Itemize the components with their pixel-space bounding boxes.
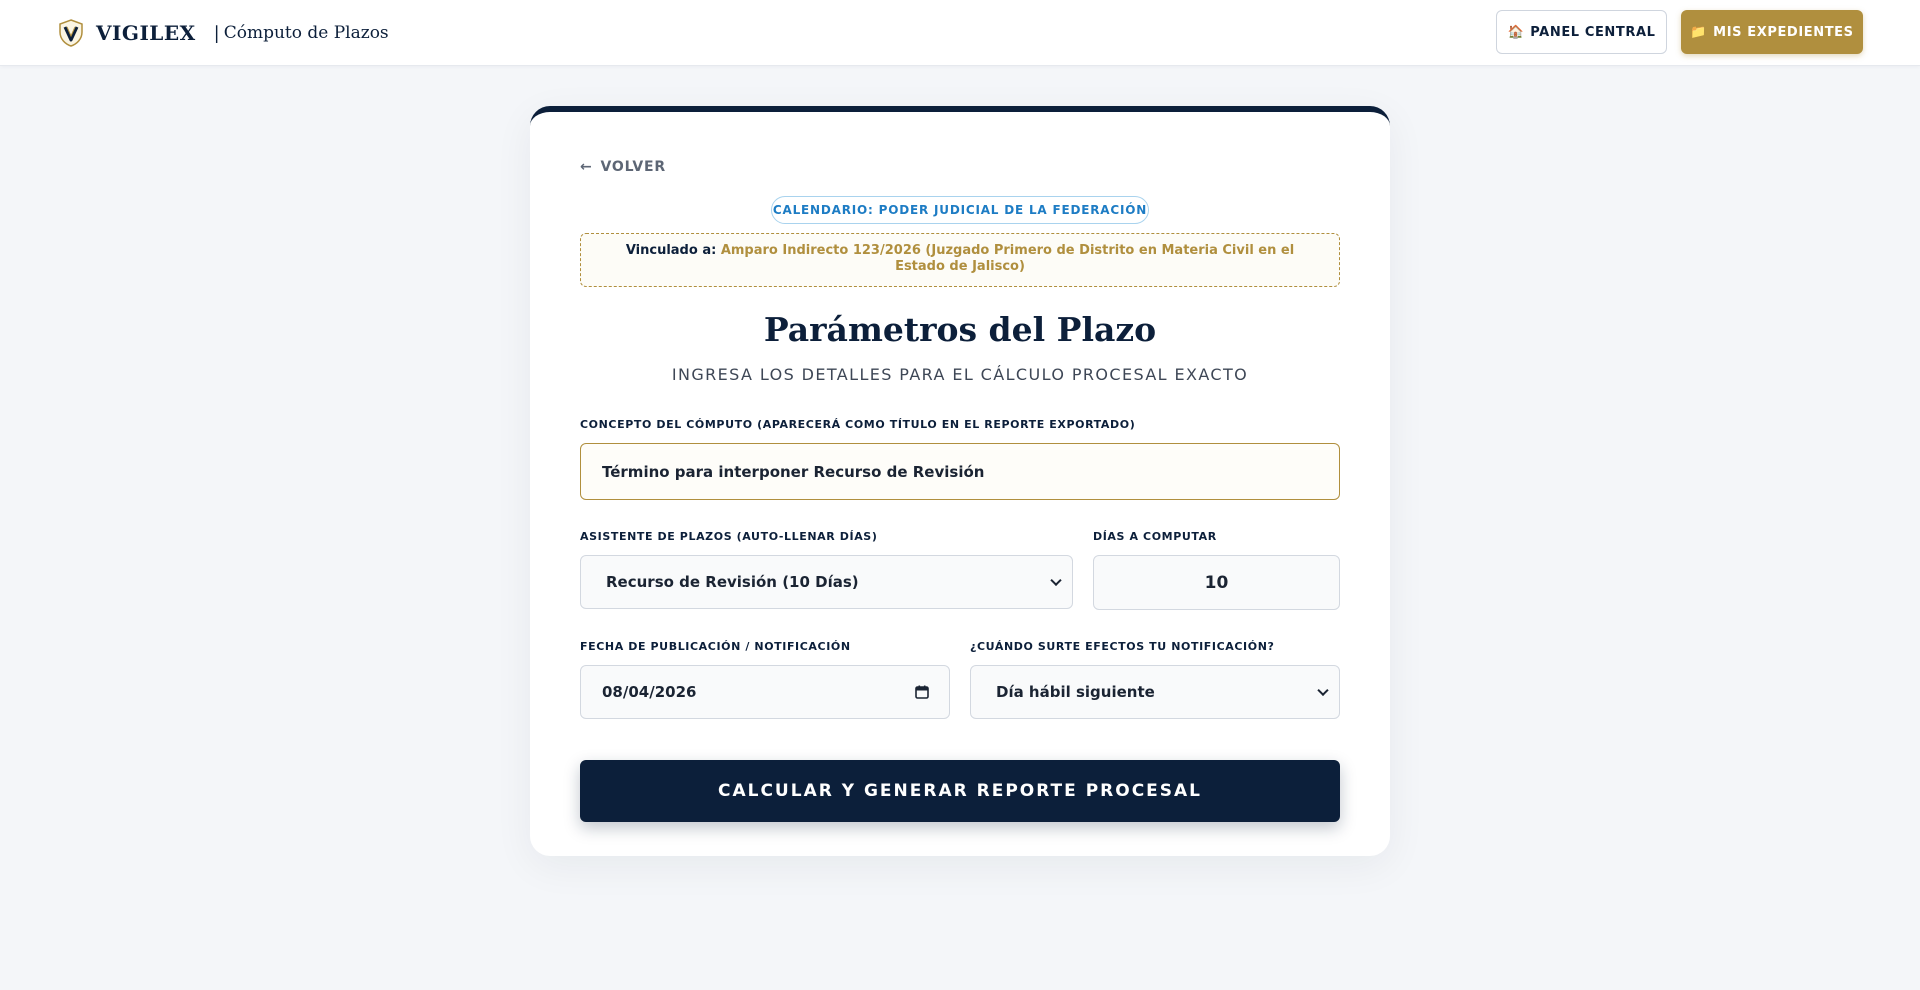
house-icon: 🏠 [1507,24,1525,40]
effect-select-value: Día hábil siguiente [996,683,1155,701]
panel-central-label: PANEL CENTRAL [1530,24,1656,40]
linked-case-notice: Vinculado a: Amparo Indirecto 123/2026 (… [580,233,1340,287]
concept-input[interactable]: Término para interponer Recurso de Revis… [580,443,1340,500]
brand-subtitle: Cómputo de Plazos [223,23,389,43]
linked-case-value: Amparo Indirecto 123/2026 (Juzgado Prime… [720,243,1295,274]
calendar-badge: CALENDARIO: PODER JUDICIAL DE LA FEDERAC… [771,196,1149,224]
calendar-icon[interactable] [915,685,929,699]
chevron-down-icon [1050,574,1062,587]
days-input-value: 10 [1204,572,1229,593]
panel-central-button[interactable]: 🏠 PANEL CENTRAL [1496,10,1667,54]
arrow-left-icon: ← [580,159,593,175]
concept-field-label: CONCEPTO DEL CÓMPUTO (APARECERÁ COMO TÍT… [580,418,1136,431]
back-link[interactable]: ← VOLVER [580,157,666,177]
assistant-select-value: Recurso de Revisión (10 Días) [606,573,859,591]
chevron-down-icon [1317,684,1329,697]
mis-expedientes-button[interactable]: 📁 MIS EXPEDIENTES [1681,10,1863,54]
brand-separator: | [213,22,220,44]
page-title: Parámetros del Plazo [763,310,1157,349]
notification-effect-select[interactable]: Día hábil siguiente [970,665,1340,719]
notification-date-input[interactable]: 08/04/2026 [580,665,950,719]
linked-case-label: Vinculado a: [625,243,717,258]
date-field-label: FECHA DE PUBLICACIÓN / NOTIFICACIÓN [580,640,851,653]
deadline-parameters-card: ← VOLVER CALENDARIO: PODER JUDICIAL DE L… [530,106,1390,856]
deadline-assistant-select[interactable]: Recurso de Revisión (10 Días) [580,555,1073,609]
calculate-report-button[interactable]: CALCULAR Y GENERAR REPORTE PROCESAL [580,760,1340,822]
back-label: VOLVER [600,159,666,175]
effect-field-label: ¿CUÁNDO SURTE EFECTOS TU NOTIFICACIÓN? [970,640,1275,653]
mis-expedientes-label: MIS EXPEDIENTES [1713,24,1854,40]
top-navigation-bar: VIGILEX | Cómputo de Plazos 🏠 PANEL CENT… [0,0,1920,66]
page-subtitle: INGRESA LOS DETALLES PARA EL CÁLCULO PRO… [671,365,1249,384]
brand[interactable]: VIGILEX | Cómputo de Plazos [58,18,389,48]
days-to-compute-input[interactable]: 10 [1093,555,1340,610]
vigilex-shield-logo-icon [59,19,83,47]
days-field-label: DÍAS A COMPUTAR [1093,530,1217,543]
folder-icon: 📁 [1690,24,1708,40]
assistant-field-label: ASISTENTE DE PLAZOS (AUTO-LLENAR DÍAS) [580,530,878,543]
date-input-value: 08/04/2026 [602,683,697,701]
calculate-report-label: CALCULAR Y GENERAR REPORTE PROCESAL [717,781,1203,801]
concept-input-value: Término para interponer Recurso de Revis… [602,462,985,481]
brand-name: VIGILEX [96,21,196,45]
